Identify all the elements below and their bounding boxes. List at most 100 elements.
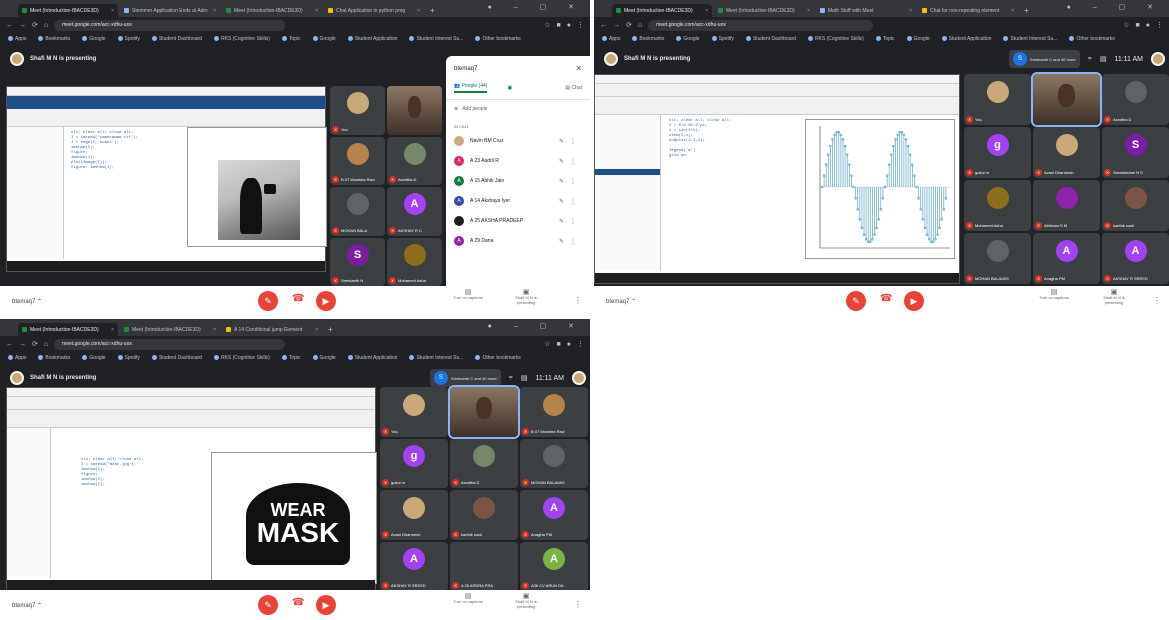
new-tab-icon[interactable]: + xyxy=(1020,6,1033,17)
home-icon[interactable]: ⌂ xyxy=(44,341,48,348)
bookmark-item[interactable]: Other bookmarks xyxy=(1069,36,1114,42)
bookmark-item[interactable]: Student Interest Su... xyxy=(409,36,463,42)
reload-icon[interactable]: ⟳ xyxy=(32,21,38,29)
captions-button[interactable]: ▤ Turn on captions xyxy=(1034,289,1074,300)
browser-tab[interactable]: Chat for non-repeating element × xyxy=(918,4,1018,17)
hang-up-button[interactable]: ☎ xyxy=(880,293,892,304)
close-panel-icon[interactable]: ✕ xyxy=(575,64,582,73)
participant-tile[interactable]: ✕ B 07 Monisha Ravi xyxy=(330,136,385,185)
bookmark-item[interactable]: Topic xyxy=(282,355,301,361)
close-tab-icon[interactable]: × xyxy=(111,327,114,333)
participant-tile[interactable]: ✕ B 07 Monisha Ravi xyxy=(520,387,588,437)
participant-tile[interactable]: ✕ Asmitha D xyxy=(450,438,518,488)
menu-icon[interactable]: ⋮ xyxy=(1156,21,1163,29)
activities-icon[interactable]: ▣ xyxy=(507,85,512,91)
bookmark-item[interactable]: Google xyxy=(676,36,699,42)
bookmark-item[interactable]: Bookmarks xyxy=(38,355,70,361)
back-icon[interactable]: ← xyxy=(6,22,13,29)
browser-tab[interactable]: Meet (Introduction-IBACDE3D) × xyxy=(612,4,712,17)
bookmark-item[interactable]: Student Dashboard xyxy=(746,36,796,42)
browser-tab[interactable]: Chat Application in python prog × xyxy=(324,4,424,17)
profile-icon[interactable]: ● xyxy=(567,341,571,348)
mic-toggle-button[interactable]: ✎ xyxy=(258,291,278,311)
bookmark-item[interactable]: RKS (Cognitive Skills) xyxy=(808,36,864,42)
bookmark-item[interactable]: Student Interest Su... xyxy=(409,355,463,361)
participants-icon[interactable]: ⩦ xyxy=(509,374,513,382)
menu-icon[interactable]: ⋮ xyxy=(577,21,584,29)
participant-tile[interactable]: ✕ Mohamed Asha xyxy=(964,180,1031,231)
home-icon[interactable]: ⌂ xyxy=(44,22,48,29)
bookmark-item[interactable]: Student Application xyxy=(942,36,992,42)
add-people-button[interactable]: ⊕ Add people xyxy=(446,100,590,118)
participant-tile[interactable]: ✕ You xyxy=(964,74,1031,125)
close-tab-icon[interactable]: × xyxy=(705,8,708,14)
participants-icon[interactable]: ⩦ xyxy=(1088,55,1092,63)
forward-icon[interactable]: → xyxy=(19,341,26,348)
joined-badge[interactable]: S Sreekanth C and 40 more xyxy=(1008,50,1080,68)
bookmark-item[interactable]: Apps xyxy=(8,36,26,42)
participant-tile[interactable]: ✕ Avani Dharmesh xyxy=(380,490,448,540)
star-icon[interactable]: ☆ xyxy=(544,21,550,29)
mic-pin-icons[interactable]: ✎⋮ xyxy=(559,138,582,145)
participant-tile[interactable]: A ✕ A36 CV ARUN DA xyxy=(520,541,588,591)
mic-pin-icons[interactable]: ✎⋮ xyxy=(559,238,582,245)
participant-tile[interactable]: ✕ You xyxy=(330,86,385,135)
bookmark-item[interactable]: Spotify xyxy=(712,36,734,42)
list-item[interactable]: AA 14 Akshaya Iyer ✎⋮ xyxy=(446,191,590,211)
forward-icon[interactable]: → xyxy=(19,22,26,29)
reload-icon[interactable]: ⟳ xyxy=(626,21,632,29)
mic-toggle-button[interactable]: ✎ xyxy=(258,595,278,615)
profile-icon[interactable]: ● xyxy=(567,22,571,29)
list-item[interactable]: A 25 AKSHA PRADEEP ✎⋮ xyxy=(446,211,590,231)
bookmark-item[interactable]: Google xyxy=(907,36,930,42)
present-button[interactable]: ▣ Shafi M N is presenting xyxy=(506,593,546,609)
participant-tile[interactable]: ✕ karthik sunil xyxy=(1102,180,1169,231)
mic-pin-icons[interactable]: ✎⋮ xyxy=(559,158,582,165)
url-field[interactable]: meet.google.com/acc-xdhu-uox xyxy=(54,19,286,31)
participant-tile[interactable]: ✕ MOHAN BALAVAS xyxy=(520,438,588,488)
chat-tab[interactable]: ▤ Chat xyxy=(565,85,582,91)
people-tab[interactable]: 👥 People (44) xyxy=(454,83,488,93)
meeting-name[interactable]: btemaq7 ⌃ xyxy=(12,602,42,609)
mic-pin-icons[interactable]: ✎⋮ xyxy=(559,218,582,225)
bookmark-item[interactable]: Student Application xyxy=(348,355,398,361)
star-icon[interactable]: ☆ xyxy=(544,340,550,348)
participant-tile[interactable]: A ✕ Anagha PM xyxy=(1033,233,1100,284)
home-icon[interactable]: ⌂ xyxy=(638,22,642,29)
bookmark-item[interactable]: Student Dashboard xyxy=(152,36,202,42)
bookmark-item[interactable]: Apps xyxy=(602,36,620,42)
back-icon[interactable]: ← xyxy=(6,341,13,348)
bookmark-item[interactable]: Student Interest Su... xyxy=(1003,36,1057,42)
participant-tile[interactable]: ✕ You xyxy=(380,387,448,437)
present-button[interactable]: ▣ Shafi M N is presenting xyxy=(1094,289,1134,305)
mic-pin-icons[interactable]: ✎⋮ xyxy=(559,178,582,185)
camera-toggle-button[interactable]: ▶ xyxy=(904,291,924,311)
close-tab-icon[interactable]: × xyxy=(417,8,420,14)
bookmark-item[interactable]: Google xyxy=(313,36,336,42)
participant-tile[interactable]: ✕ A 25 ARDRA PRA xyxy=(450,541,518,591)
star-icon[interactable]: ☆ xyxy=(1123,21,1129,29)
window-controls[interactable]: ● – ▢ ✕ xyxy=(1067,3,1163,11)
meeting-name[interactable]: btemaq7 ⌃ xyxy=(606,298,636,305)
participant-tile[interactable]: S ✕ Sreelakshmi N S xyxy=(1102,127,1169,178)
hang-up-button[interactable]: ☎ xyxy=(292,597,304,608)
hang-up-button[interactable]: ☎ xyxy=(292,293,304,304)
bookmark-item[interactable]: Google xyxy=(82,36,105,42)
bookmark-item[interactable]: Spotify xyxy=(118,36,140,42)
joined-badge[interactable]: S Sreekanth C and 40 more xyxy=(429,369,501,387)
list-item[interactable]: AA 23 Aadril R ✎⋮ xyxy=(446,151,590,171)
chat-icon[interactable]: ▤ xyxy=(521,374,528,382)
selected-file[interactable] xyxy=(595,169,660,175)
bookmark-item[interactable]: Google xyxy=(313,355,336,361)
bookmark-item[interactable]: Topic xyxy=(282,36,301,42)
bookmark-item[interactable]: Topic xyxy=(876,36,895,42)
participant-tile[interactable]: A ✕ AKSHAY R SREED xyxy=(380,541,448,591)
browser-tab[interactable]: Meet (Introduction-IBACDE3D) × xyxy=(18,4,118,17)
close-tab-icon[interactable]: × xyxy=(111,8,114,14)
window-controls[interactable]: ● – ▢ ✕ xyxy=(488,322,584,330)
bookmark-item[interactable]: Apps xyxy=(8,355,26,361)
list-item[interactable]: AA 29 Dana ✎⋮ xyxy=(446,231,590,251)
participant-tile[interactable]: A ✕ Anagha PM xyxy=(520,490,588,540)
participant-tile[interactable]: ✕ MOHAN BALA xyxy=(330,187,385,236)
browser-tab[interactable]: Meet (Introduction-IBACDE3D) × xyxy=(714,4,814,17)
